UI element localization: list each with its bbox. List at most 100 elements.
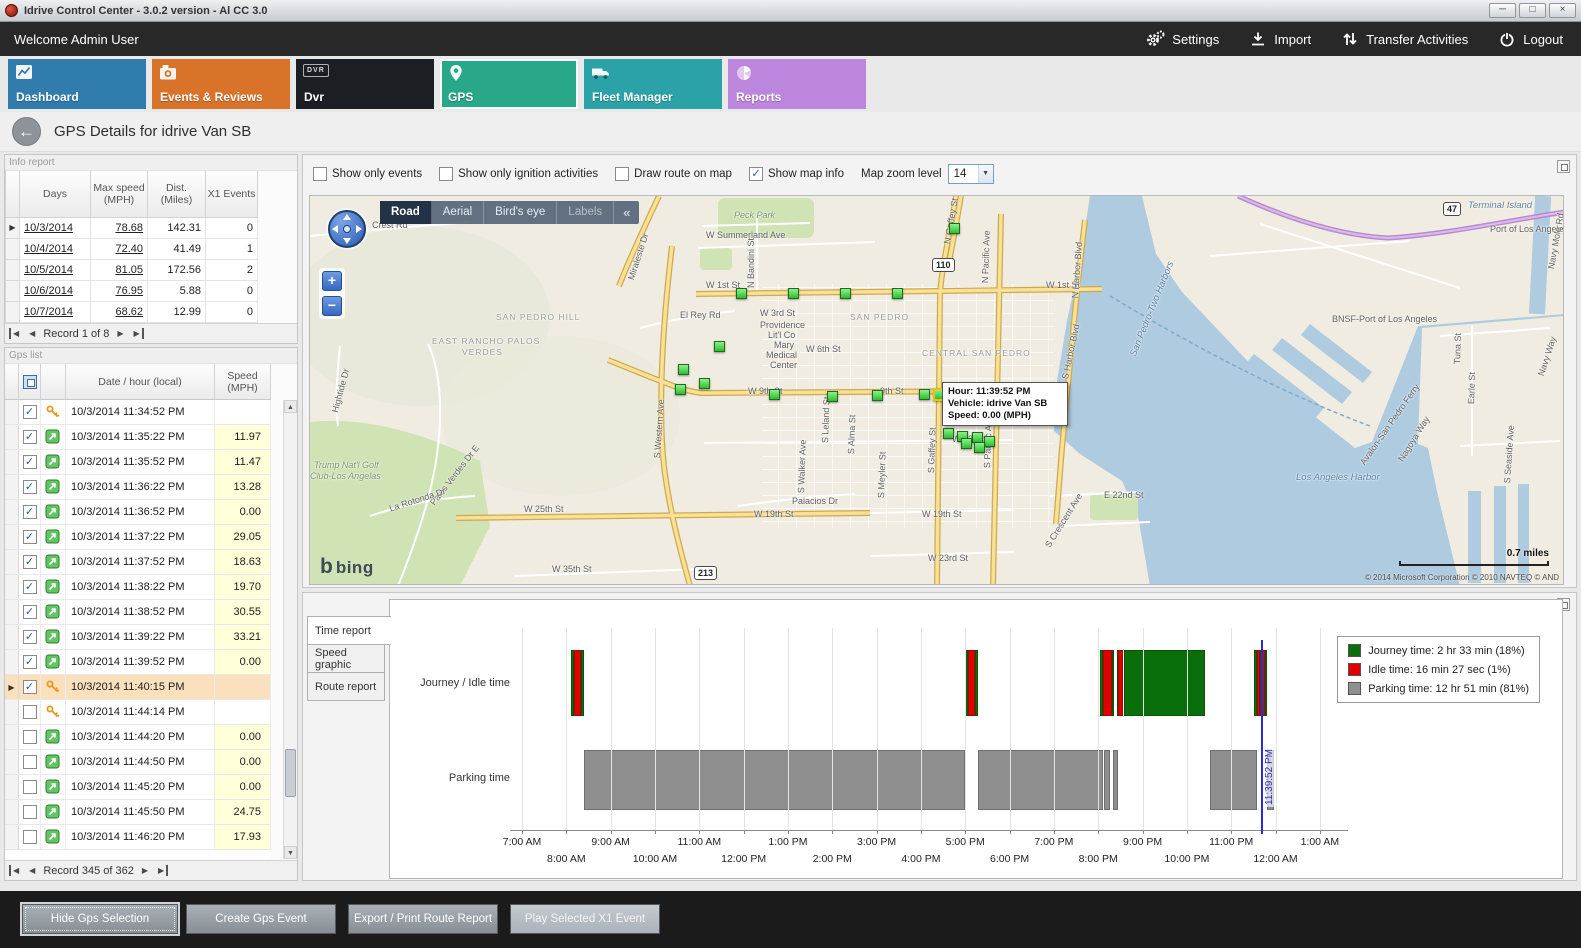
info-report-row[interactable]: ▶10/3/201478.68142.310 xyxy=(6,217,258,238)
map-view-tab[interactable]: Bird's eye xyxy=(484,201,557,224)
gps-list-row[interactable]: ✓10/3/2014 11:34:52 PM xyxy=(5,400,271,425)
row-checkbox[interactable] xyxy=(23,755,37,769)
map-option-checkbox[interactable] xyxy=(313,167,327,181)
pager-prev-button[interactable]: ◀ xyxy=(27,328,37,339)
map-option-3[interactable]: ✓Show map info xyxy=(749,167,844,181)
info-report-row[interactable]: 10/6/201476.955.880 xyxy=(6,280,258,301)
col-dist[interactable]: Dist. (Miles) xyxy=(148,171,206,217)
row-checkbox[interactable]: ✓ xyxy=(23,530,37,544)
map-view-tab[interactable]: Labels xyxy=(557,201,614,224)
col-x1-events[interactable]: X1 Events xyxy=(206,171,258,217)
map-option-1[interactable]: Show only ignition activities xyxy=(439,167,598,181)
gps-list-row[interactable]: ✓10/3/2014 11:35:22 PM11.97 xyxy=(5,425,271,450)
gps-list-row[interactable]: 10/3/2014 11:44:20 PM0.00 xyxy=(5,725,271,750)
max-speed-link[interactable]: 72.40 xyxy=(91,238,148,259)
tab-dashboard[interactable]: Dashboard xyxy=(8,59,146,109)
gps-list-row[interactable]: 10/3/2014 11:46:20 PM17.93 xyxy=(5,825,271,850)
logout-button[interactable]: Logout xyxy=(1498,31,1563,47)
gps-marker[interactable] xyxy=(769,389,780,400)
zoom-in-button[interactable]: + xyxy=(322,271,342,291)
day-link[interactable]: 10/3/2014 xyxy=(20,217,91,238)
gps-list-row[interactable]: ✓10/3/2014 11:36:22 PM13.28 xyxy=(5,475,271,500)
gps-marker[interactable] xyxy=(714,341,725,352)
row-checkbox[interactable]: ✓ xyxy=(23,555,37,569)
hide-gps-selection-button[interactable]: Hide Gps Selection xyxy=(22,904,178,934)
pager-first-button[interactable]: ◀ xyxy=(9,865,21,876)
day-link[interactable]: 10/4/2014 xyxy=(20,238,91,259)
select-all-header[interactable] xyxy=(19,364,41,400)
pager-prev-button[interactable]: ◀ xyxy=(27,865,37,876)
gps-list-row[interactable]: ✓10/3/2014 11:39:52 PM0.00 xyxy=(5,650,271,675)
gps-list-row[interactable]: 10/3/2014 11:45:20 PM0.00 xyxy=(5,775,271,800)
row-checkbox[interactable]: ✓ xyxy=(23,680,37,694)
map-option-0[interactable]: Show only events xyxy=(313,167,422,181)
tab-reports[interactable]: Reports xyxy=(728,59,866,109)
gps-list-row[interactable]: ✓10/3/2014 11:38:52 PM30.55 xyxy=(5,600,271,625)
gps-marker[interactable] xyxy=(892,288,903,299)
map-option-checkbox[interactable]: ✓ xyxy=(749,167,763,181)
col-days[interactable]: Days xyxy=(20,171,91,217)
col-max-speed[interactable]: Max speed (MPH) xyxy=(91,171,148,217)
tab-fleet[interactable]: Fleet Manager xyxy=(584,59,722,109)
bing-logo[interactable]: b bing xyxy=(320,555,374,579)
map-zoom-select[interactable]: 14 ▼ xyxy=(948,164,994,184)
gps-marker[interactable] xyxy=(675,384,686,395)
map-view-tab[interactable]: Road xyxy=(380,201,432,224)
tab-events[interactable]: Events & Reviews xyxy=(152,59,290,109)
col-datetime[interactable]: Date / hour (local) xyxy=(66,364,215,400)
map-canvas[interactable]: RoadAerialBird's eyeLabels« + − Crest Rd… xyxy=(309,195,1564,585)
gps-list-row[interactable]: 10/3/2014 11:44:14 PM xyxy=(5,700,271,725)
info-report-row[interactable]: 10/5/201481.05172.562 xyxy=(6,259,258,280)
pager-first-button[interactable]: ◀ xyxy=(9,328,21,339)
gps-list-row[interactable]: 10/3/2014 11:45:50 PM24.75 xyxy=(5,800,271,825)
max-speed-link[interactable]: 68.62 xyxy=(91,301,148,322)
tab-dvr[interactable]: DVRDvr xyxy=(296,59,434,109)
pager-next-button[interactable]: ▶ xyxy=(115,328,125,339)
gps-list-row[interactable]: ✓10/3/2014 11:36:52 PM0.00 xyxy=(5,500,271,525)
info-report-row[interactable]: 10/4/201472.4041.491 xyxy=(6,238,258,259)
transfer-button[interactable]: Transfer Activities xyxy=(1341,31,1468,47)
tab-gps[interactable]: GPS xyxy=(440,59,578,109)
map-collapse-button[interactable] xyxy=(1557,160,1570,173)
map-option-checkbox[interactable] xyxy=(615,167,629,181)
gps-marker[interactable] xyxy=(943,428,954,439)
scroll-down-icon[interactable]: ▼ xyxy=(284,846,297,859)
close-button[interactable]: × xyxy=(1549,3,1576,18)
gps-marker[interactable] xyxy=(788,288,799,299)
export-print-route-report-button[interactable]: Export / Print Route Report xyxy=(348,904,498,934)
gps-list-scrollbar[interactable]: ▲ ▼ xyxy=(283,400,297,859)
play-selected-x1-event-button[interactable]: Play Selected X1 Event xyxy=(510,904,660,934)
row-checkbox[interactable]: ✓ xyxy=(23,430,37,444)
row-checkbox[interactable]: ✓ xyxy=(23,605,37,619)
max-speed-link[interactable]: 81.05 xyxy=(91,259,148,280)
gps-list-row[interactable]: 10/3/2014 11:44:50 PM0.00 xyxy=(5,750,271,775)
day-link[interactable]: 10/7/2014 xyxy=(20,301,91,322)
minimize-button[interactable]: ─ xyxy=(1489,3,1516,18)
gps-list-row[interactable]: ✓10/3/2014 11:37:22 PM29.05 xyxy=(5,525,271,550)
row-checkbox[interactable] xyxy=(23,805,37,819)
map-compass-control[interactable] xyxy=(324,206,370,252)
row-checkbox[interactable] xyxy=(23,830,37,844)
gps-list-row[interactable]: ✓10/3/2014 11:39:22 PM33.21 xyxy=(5,625,271,650)
row-checkbox[interactable]: ✓ xyxy=(23,630,37,644)
row-checkbox[interactable]: ✓ xyxy=(23,580,37,594)
scrollbar-thumb[interactable] xyxy=(285,749,296,797)
map-bar-collapse-icon[interactable]: « xyxy=(614,205,639,220)
chart-tab[interactable]: Time report xyxy=(307,616,391,645)
col-speed[interactable]: Speed (MPH) xyxy=(215,364,271,400)
gps-list-row[interactable]: ✓10/3/2014 11:37:52 PM18.63 xyxy=(5,550,271,575)
max-speed-link[interactable]: 76.95 xyxy=(91,280,148,301)
gps-marker[interactable] xyxy=(919,389,930,400)
chart-tab[interactable]: Speed graphic xyxy=(307,644,385,673)
gps-marker[interactable] xyxy=(840,288,851,299)
row-checkbox[interactable]: ✓ xyxy=(23,505,37,519)
day-link[interactable]: 10/5/2014 xyxy=(20,259,91,280)
row-checkbox[interactable]: ✓ xyxy=(23,455,37,469)
row-checkbox[interactable] xyxy=(23,730,37,744)
row-checkbox[interactable] xyxy=(23,705,37,719)
create-gps-event-button[interactable]: Create Gps Event xyxy=(186,904,336,934)
pager-last-button[interactable]: ▶ xyxy=(156,865,168,876)
gps-marker[interactable] xyxy=(961,438,972,449)
gps-list-row[interactable]: ✓10/3/2014 11:35:52 PM11.47 xyxy=(5,450,271,475)
pager-next-button[interactable]: ▶ xyxy=(140,865,150,876)
